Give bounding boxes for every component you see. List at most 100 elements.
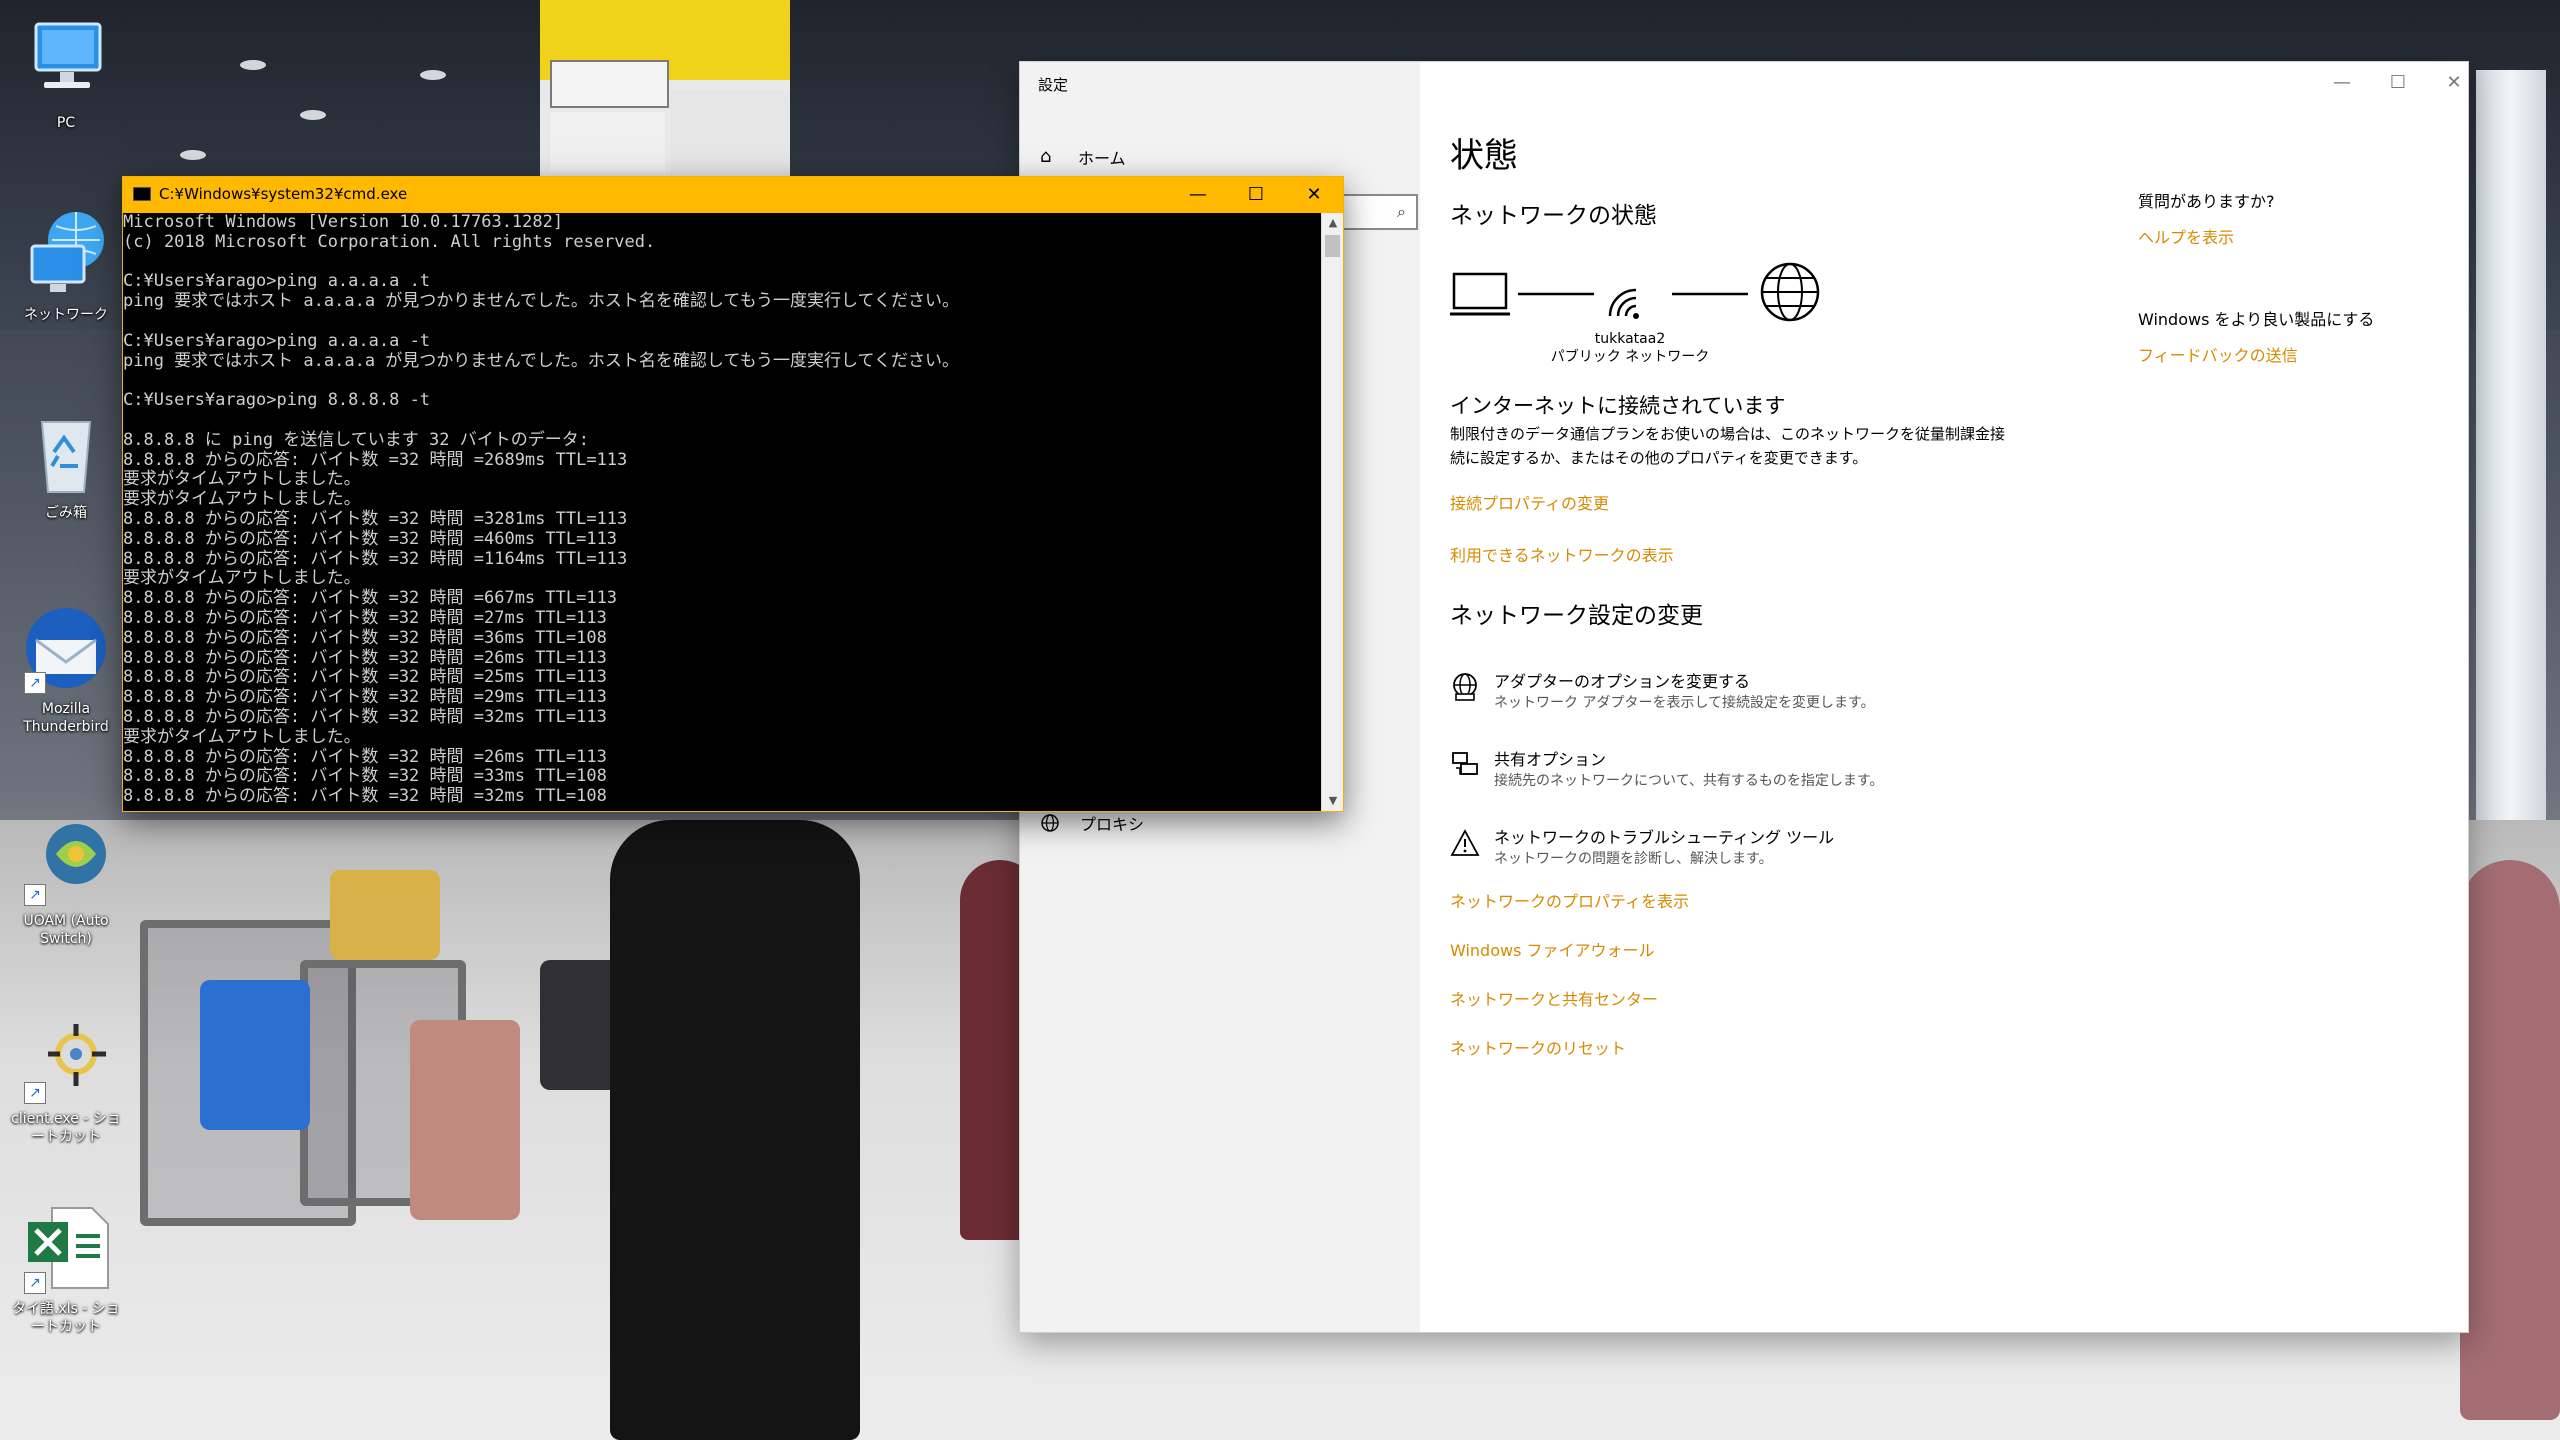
sharing-icon <box>1452 752 1478 775</box>
troubleshooter-desc: ネットワークの問題を診断し、解決します。 <box>1494 851 1773 867</box>
console-line: ping 要求ではホスト a.a.a.a が見つかりませんでした。ホスト名を確認… <box>123 291 960 312</box>
person-silhouette <box>2460 860 2560 1420</box>
console-line: 8.8.8.8 からの応答: バイト数 =32 時間 =667ms TTL=11… <box>123 588 618 609</box>
console-line: 8.8.8.8 からの応答: バイト数 =32 時間 =1164ms TTL=1… <box>123 548 628 569</box>
desktop-icon-client-exe[interactable]: ↗ client.exe - ショートカット <box>6 1010 126 1146</box>
console-line: 要求がタイムアウトしました。 <box>123 568 361 589</box>
luggage-bag <box>330 870 440 960</box>
airline-sign <box>550 112 665 172</box>
console-line: C:¥Users¥arago>ping 8.8.8.8 -t <box>123 390 431 411</box>
scrollbar-thumb[interactable] <box>1325 235 1340 257</box>
desktop-icon-label: UOAM (Auto Switch) <box>23 913 109 947</box>
console-line: 8.8.8.8 からの応答: バイト数 =32 時間 =3281ms TTL=1… <box>123 508 628 529</box>
shortcut-arrow-icon: ↗ <box>24 1272 46 1294</box>
network-sharing-center-link[interactable]: ネットワークと共有センター <box>1450 986 1658 1010</box>
desktop-icon-network[interactable]: ネットワーク <box>6 206 126 324</box>
network-status-heading: ネットワークの状態 <box>1450 203 1657 229</box>
person-silhouette <box>610 820 860 1440</box>
luggage-bag <box>410 1020 520 1220</box>
cmd-minimize-button[interactable]: — <box>1169 177 1227 213</box>
cmd-titlebar[interactable]: C:¥Windows¥system32¥cmd.exe — ☐ ✕ <box>123 177 1343 213</box>
settings-maximize-button[interactable]: ☐ <box>2370 68 2426 98</box>
uoam-icon: ↗ <box>18 812 114 908</box>
cmd-window[interactable]: C:¥Windows¥system32¥cmd.exe — ☐ ✕ Micros… <box>122 176 1344 812</box>
feedback-link[interactable]: フィードバックの送信 <box>2138 342 2298 366</box>
network-reset-link[interactable]: ネットワークのリセット <box>1450 1035 1626 1059</box>
desktop-icon-excel[interactable]: ↗ タイ語.xls - ショートカット <box>6 1200 126 1336</box>
home-icon: ⌂ <box>1040 146 1052 167</box>
help-link[interactable]: ヘルプを表示 <box>2138 224 2234 248</box>
console-line: 8.8.8.8 からの応答: バイト数 =32 時間 =2689ms TTL=1… <box>123 449 628 470</box>
improve-heading: Windows をより良い製品にする <box>2138 310 2375 329</box>
network-type: パブリック ネットワーク <box>1550 349 1710 365</box>
search-icon: ⌕ <box>1397 202 1406 221</box>
desktop-icon-recycle-bin[interactable]: ごみ箱 <box>6 404 126 522</box>
desktop-icon-label: ネットワーク <box>24 307 108 323</box>
console-line: 8.8.8.8 からの応答: バイト数 =32 時間 =460ms TTL=11… <box>123 528 618 549</box>
desktop-icon-label: client.exe - ショートカット <box>11 1111 121 1145</box>
console-line: 8.8.8.8 からの応答: バイト数 =32 時間 =29ms TTL=113 <box>123 687 607 708</box>
console-scrollbar[interactable]: ▲ ▼ <box>1321 213 1343 811</box>
console-line: C:¥Users¥arago>ping a.a.a.a -t <box>123 330 431 351</box>
desktop-icon-label: Mozilla Thunderbird <box>23 701 109 735</box>
proxy-label: プロキシ <box>1080 815 1145 834</box>
console-line: ping 要求ではホスト a.a.a.a が見つかりませんでした。ホスト名を確認… <box>123 350 960 371</box>
cmd-close-button[interactable]: ✕ <box>1285 177 1343 213</box>
troubleshooter-item[interactable]: ネットワークのトラブルシューティング ツール ネットワークの問題を診断し、解決し… <box>1450 824 2050 880</box>
troubleshooter-title: ネットワークのトラブルシューティング ツール <box>1494 828 1835 847</box>
scroll-down-icon[interactable]: ▼ <box>1322 791 1344 811</box>
recycle-bin-icon <box>18 404 114 500</box>
settings-minimize-button[interactable]: — <box>2314 68 2370 98</box>
wallpaper-pillar <box>2476 70 2546 850</box>
adapter-options-title: アダプターのオプションを変更する <box>1494 672 1751 691</box>
adapter-options-desc: ネットワーク アダプターを表示して接続設定を変更します。 <box>1494 695 1875 711</box>
adapter-options-item[interactable]: アダプターのオプションを変更する ネットワーク アダプターを表示して接続設定を変… <box>1450 668 2050 724</box>
console-line: Microsoft Windows [Version 10.0.17763.12… <box>123 213 564 232</box>
scroll-up-icon[interactable]: ▲ <box>1322 213 1344 233</box>
windows-firewall-link[interactable]: Windows ファイアウォール <box>1450 937 1655 961</box>
sharing-options-item[interactable]: 共有オプション 接続先のネットワークについて、共有するものを指定します。 <box>1450 746 2050 802</box>
wifi-icon <box>1608 288 1639 319</box>
console-line: (c) 2018 Microsoft Corporation. All righ… <box>123 231 656 252</box>
airline-sign <box>670 90 790 180</box>
console-line: 要求がタイムアウトしました。 <box>123 726 361 747</box>
desktop-icon-pc[interactable]: PC <box>6 14 126 132</box>
laptop-icon <box>1450 272 1510 316</box>
network-name: tukkataa2 <box>1594 331 1666 347</box>
cmd-maximize-button[interactable]: ☐ <box>1227 177 1285 213</box>
desktop-icon-uoam[interactable]: ↗ UOAM (Auto Switch) <box>6 812 126 948</box>
console-line: 8.8.8.8 からの応答: バイト数 =32 時間 =27ms TTL=113 <box>123 607 607 628</box>
change-connection-properties-link[interactable]: 接続プロパティの変更 <box>1450 490 1609 514</box>
sharing-options-title: 共有オプション <box>1494 750 1607 769</box>
luggage-bag <box>540 960 620 1090</box>
settings-close-button[interactable]: ✕ <box>2426 68 2482 98</box>
page-title: 状態 <box>1450 136 1518 176</box>
view-network-properties-link[interactable]: ネットワークのプロパティを表示 <box>1450 888 1689 912</box>
client-exe-icon: ↗ <box>18 1010 114 1106</box>
sharing-options-desc: 接続先のネットワークについて、共有するものを指定します。 <box>1494 773 1884 789</box>
connected-heading: インターネットに接続されています <box>1450 394 1786 418</box>
console-output[interactable]: Microsoft Windows [Version 10.0.17763.12… <box>123 213 1321 811</box>
desktop-icon-thunderbird[interactable]: ↗ Mozilla Thunderbird <box>6 600 126 736</box>
console-line: C:¥Users¥arago>ping a.a.a.a .t <box>123 271 431 292</box>
sidebar-item-proxy[interactable]: プロキシ <box>1040 808 1144 838</box>
desktop-icon-label: タイ語.xls - ショートカット <box>12 1301 120 1335</box>
console-line: 8.8.8.8 からの応答: バイト数 =32 時間 =32ms TTL=113 <box>123 706 607 727</box>
settings-home-link[interactable]: ⌂ ホーム <box>1040 142 1126 172</box>
show-available-networks-link[interactable]: 利用できるネットワークの表示 <box>1450 542 1674 566</box>
console-line: 8.8.8.8 に ping を送信しています 32 バイトのデータ: <box>123 429 589 450</box>
airline-sign <box>550 60 669 108</box>
home-label: ホーム <box>1078 149 1126 168</box>
globe-icon <box>1041 814 1059 832</box>
settings-window-title: 設定 <box>1038 76 1069 94</box>
console-line: 8.8.8.8 からの応答: バイト数 =32 時間 =26ms TTL=113 <box>123 746 607 767</box>
cmd-app-icon <box>133 187 151 201</box>
network-icon <box>18 206 114 302</box>
shortcut-arrow-icon: ↗ <box>24 672 46 694</box>
connected-description: 制限付きのデータ通信プランをお使いの場合は、このネットワークを従量制課金接続に設… <box>1450 425 2006 467</box>
thunderbird-icon: ↗ <box>18 600 114 696</box>
console-line: 8.8.8.8 からの応答: バイト数 =32 時間 =36ms TTL=108 <box>123 627 607 648</box>
